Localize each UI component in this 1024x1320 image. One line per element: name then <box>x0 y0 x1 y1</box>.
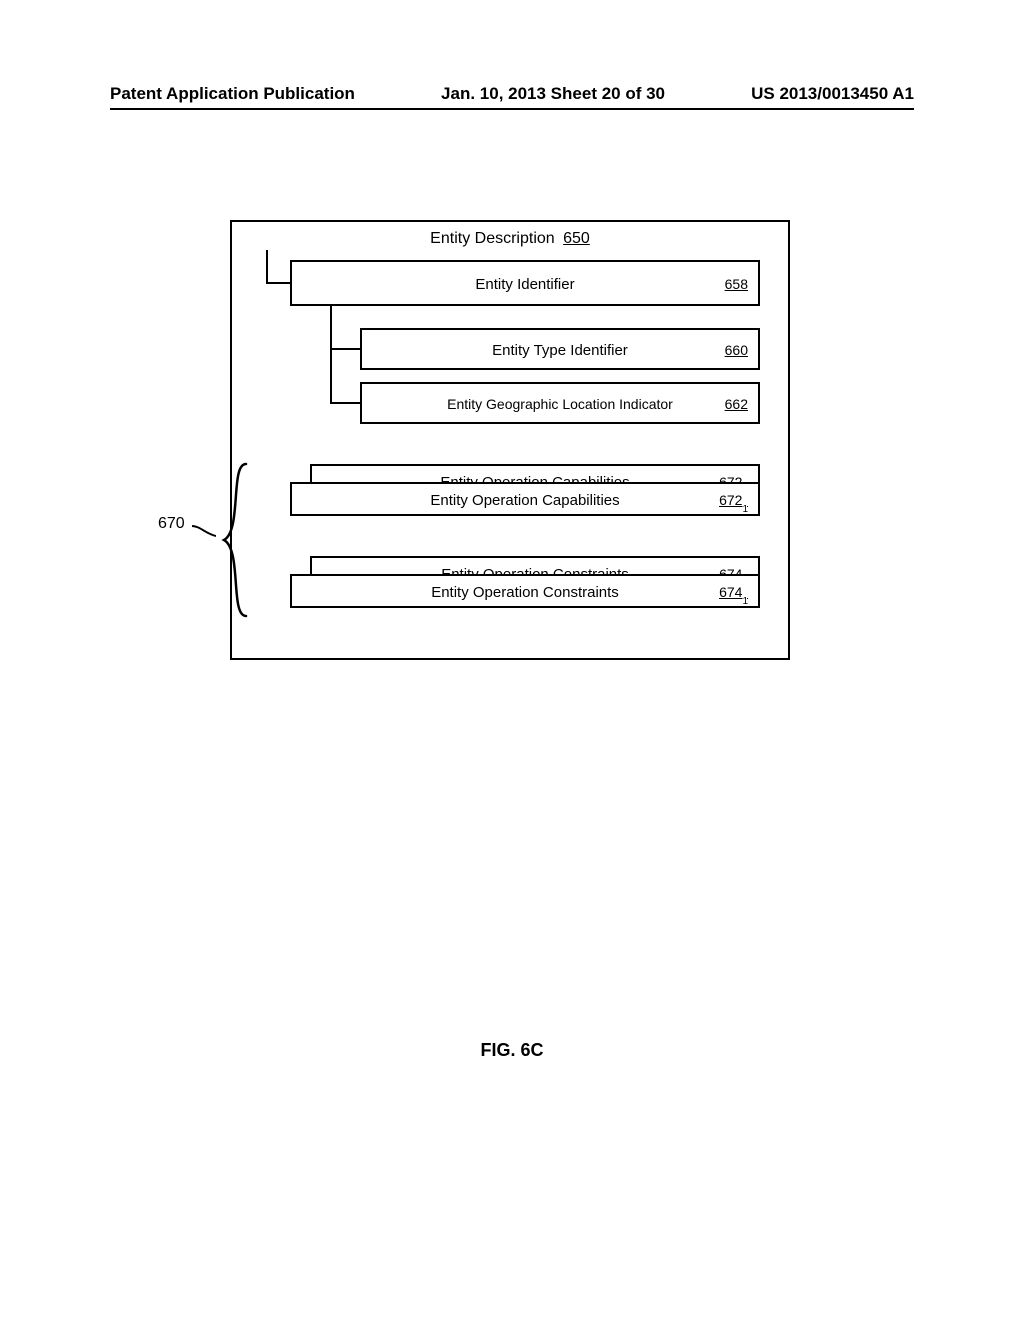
tree-branch-662 <box>330 402 360 404</box>
entity-description-title: Entity Description 650 <box>230 230 790 248</box>
entity-constraints-box-1: Entity Operation Constraints 6741 <box>290 574 760 608</box>
diagram-area: Entity Description 650 Entity Identifier… <box>230 220 790 660</box>
tree-branch-660 <box>330 348 360 350</box>
group-ref-leader <box>192 524 216 538</box>
entity-identifier-ref: 658 <box>725 276 748 292</box>
brace-670 <box>220 460 250 620</box>
figure-caption: FIG. 6C <box>0 1040 1024 1061</box>
entity-description-ref: 650 <box>563 230 590 247</box>
entity-type-identifier-label: Entity Type Identifier <box>362 342 758 359</box>
page-header: Patent Application Publication Jan. 10, … <box>0 84 1024 104</box>
header-right: US 2013/0013450 A1 <box>751 84 914 104</box>
entity-constraints-label-1: Entity Operation Constraints <box>292 584 758 601</box>
patent-page: Patent Application Publication Jan. 10, … <box>0 0 1024 1320</box>
entity-type-identifier-ref: 660 <box>725 342 748 358</box>
entity-geo-box: Entity Geographic Location Indicator 662 <box>360 382 760 424</box>
entity-identifier-box: Entity Identifier 658 <box>290 260 760 306</box>
entity-geo-label: Entity Geographic Location Indicator <box>362 396 758 412</box>
header-rule <box>110 108 914 110</box>
entity-constraints-ref-1: 6741 <box>719 584 748 604</box>
entity-capabilities-label-1: Entity Operation Capabilities <box>292 492 758 509</box>
entity-capabilities-ref-1: 6721 <box>719 492 748 512</box>
tree-branch-658 <box>266 282 290 284</box>
entity-description-label: Entity Description <box>430 230 555 247</box>
entity-capabilities-box-1: Entity Operation Capabilities 6721 <box>290 482 760 516</box>
tree-trunk-sub <box>330 306 332 404</box>
tree-trunk-main <box>266 250 268 284</box>
header-left: Patent Application Publication <box>110 84 355 104</box>
entity-geo-ref: 662 <box>725 396 748 412</box>
header-center: Jan. 10, 2013 Sheet 20 of 30 <box>441 84 665 104</box>
group-ref-670: 670 <box>158 515 185 533</box>
entity-type-identifier-box: Entity Type Identifier 660 <box>360 328 760 370</box>
entity-identifier-label: Entity Identifier <box>292 276 758 293</box>
